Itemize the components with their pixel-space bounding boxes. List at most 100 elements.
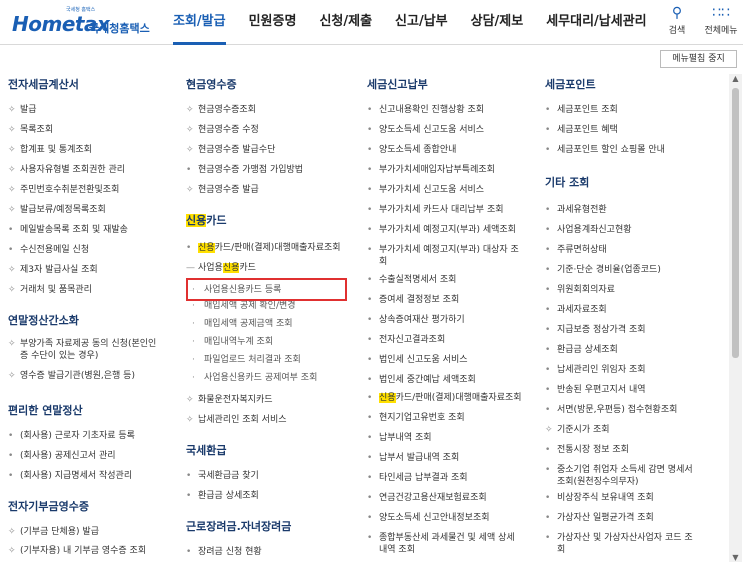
nav-counsel[interactable]: 상담/제보 [471,0,524,45]
list-item-expanded[interactable]: — 사업용신용카드 [186,262,256,274]
list-item[interactable]: • 기준·단순 경비율(업종코드) [545,264,661,276]
list-item[interactable]: ✧ 현금영수증 발급수단 [186,144,275,156]
list-item[interactable]: • 증여세 결정정보 조회 [367,294,459,306]
list-item[interactable]: • 타인세금 납부결과 조회 [367,472,468,484]
list-item[interactable]: ✧ 발급 [8,104,37,116]
list-item[interactable]: ✧ 현금영수증조회 [186,104,256,116]
list-item[interactable]: • 장려금 신청 현황 [186,546,262,558]
list-item[interactable]: • 납세관리인 위임자 조회 [545,364,646,376]
list-item[interactable]: • 세금포인트 조회 [545,104,618,116]
list-item[interactable]: • 부가가치세 예정고지(부과) 세액조회 [367,224,516,236]
top-navigation-bar: 국세청 홈택스 Hometax 국세청홈택스 조회/발급 민원증명 신청/제출 … [0,0,743,45]
list-item[interactable]: • 메일발송목록 조회 및 재발송 [8,224,128,236]
list-item[interactable]: ✧ (기부자용) 내 기부금 영수증 조회 [8,545,146,557]
nav-apply-submit[interactable]: 신청/제출 [319,0,372,45]
list-item[interactable]: • 종합부동산세 과세물건 및 세액 상세 [367,532,515,544]
list-item[interactable]: • 상속증여재산 평가하기 [367,314,465,326]
list-item[interactable]: • (회사용) 근로자 기초자료 등록 [8,430,135,442]
list-item[interactable]: • 신용카드/판매(결제)대행매출자료조회 [186,242,341,254]
list-item[interactable]: ✧ 기준시가 조회 [545,424,610,436]
list-item[interactable]: • 지급보증 정상가격 조회 [545,324,646,336]
list-item[interactable]: ✧ (기부금 단체용) 발급 [8,526,99,538]
list-item[interactable]: • 중소기업 취업자 소득세 감면 명세서 [545,464,693,476]
list-item[interactable]: ✧ 영수증 발급기관(병원,은행 등) [8,370,135,382]
list-item[interactable]: ✧ 제3자 발급사실 조회 [8,264,98,276]
sub-item[interactable]: · 매입세액 공제금액 조회 [192,318,293,330]
hometax-logo[interactable]: 국세청 홈택스 Hometax 국세청홈택스 [12,6,152,40]
list-item[interactable]: ✧ 현금영수증 발급 [186,184,259,196]
menu-expand-stop-button[interactable]: 메뉴펼침 중지 [660,50,737,68]
list-item[interactable]: • 현금영수증 가맹점 가입방법 [186,164,303,176]
list-item-continued[interactable]: 증 수단이 있는 경우) [20,350,98,362]
list-item[interactable]: • 연금건강고용산재보험료조회 [367,492,487,504]
list-item[interactable]: • 사업용계좌신고현황 [545,224,632,236]
list-item[interactable]: ✧ 주민번호수취분전환및조회 [8,184,119,196]
sub-item[interactable]: · 매입내역누계 조회 [192,336,273,348]
list-item[interactable]: • 가상자산 일평균가격 조회 [545,512,654,524]
vertical-scrollbar[interactable]: ▲ ▼ [729,74,742,562]
list-item[interactable]: • 반송된 우편고지서 내역 [545,384,646,396]
nav-inquiry-issue[interactable]: 조회/발급 [173,0,226,45]
scroll-down-arrow-icon[interactable]: ▼ [729,553,742,562]
list-item[interactable]: ✧ 목록조회 [8,124,53,136]
list-item[interactable]: ✧ 합계표 및 통계조회 [8,144,92,156]
list-item-continued[interactable]: 회 [557,544,565,556]
list-item[interactable]: • (회사용) 공제신고서 관리 [8,450,116,462]
list-item[interactable]: • 세금포인트 혜택 [545,124,618,136]
list-item[interactable]: • 법인세 중간예납 세액조회 [367,374,476,386]
list-item[interactable]: • 납부서 발급내역 조회 [367,452,459,464]
list-item[interactable]: • 전자신고결과조회 [367,334,445,346]
list-item[interactable]: • 과세유형전환 [545,204,607,216]
grid-icon: ∷∷ [712,5,730,21]
list-item[interactable]: • 양도소득세 종합안내 [367,144,456,156]
list-item[interactable]: • 서면(방문,우편등) 접수현황조회 [545,404,677,416]
list-item[interactable]: • 비상장주식 보유내역 조회 [545,492,654,504]
list-item[interactable]: • 주류면허상태 [545,244,607,256]
list-item[interactable]: • 수출실적명세서 조회 [367,274,456,286]
list-item-continued[interactable]: 조회(원천징수의무자) [557,476,639,488]
section-title: 현금영수증 [186,78,237,91]
search-button[interactable]: ⚲ 검색 [662,6,692,36]
nav-certificates[interactable]: 민원증명 [249,0,297,45]
list-item[interactable]: ✧ 화물운전자복지카드 [186,394,273,406]
list-item[interactable]: • 신용카드/판매(결제)대행매출자료조회 [367,392,522,404]
list-item[interactable]: • 환급금 상세조회 [186,490,259,502]
list-item[interactable]: • 위원회회의자료 [545,284,615,296]
list-item[interactable]: ✧ 부양가족 자료제공 동의 신청(본인인 [8,338,156,350]
sub-item[interactable]: · 파일업로드 처리결과 조회 [192,354,301,366]
list-item[interactable]: • 현지기업고유번호 조회 [367,412,465,424]
list-item[interactable]: • (회사용) 지급명세서 작성관리 [8,470,132,482]
list-item[interactable]: • 양도소득세 신고도움 서비스 [367,124,484,136]
list-item[interactable]: • 가상자산 및 가상자산사업자 코드 조 [545,532,693,544]
list-item[interactable]: • 부가가치세 예정고지(부과) 대상자 조 [367,244,519,256]
list-item[interactable]: • 양도소득세 신고안내정보조회 [367,512,490,524]
list-item[interactable]: • 법인세 신고도움 서비스 [367,354,468,366]
sub-item[interactable]: · 사업용신용카드 공제여부 조회 [192,372,317,384]
list-item[interactable]: • 수신전용메일 신청 [8,244,89,256]
list-item-continued[interactable]: 회 [379,256,387,268]
list-item[interactable]: ✧ 거래처 및 품목관리 [8,284,92,296]
list-item[interactable]: ✧ 현금영수증 수정 [186,124,259,136]
list-item-continued[interactable]: 내역 조회 [379,544,415,556]
list-item[interactable]: • 세금포인트 할인 쇼핑몰 안내 [545,144,665,156]
list-item[interactable]: • 부가가치세 카드사 대리납부 조회 [367,204,504,216]
list-item[interactable]: • 환급금 상세조회 [545,344,618,356]
list-item[interactable]: ✧ 납세관리인 조회 서비스 [186,414,287,426]
list-item[interactable]: • 부가가치세매입자납부특례조회 [367,164,495,176]
list-item[interactable]: ✧ 발급보류/예정목록조회 [8,204,106,216]
list-item[interactable]: ✧ 사용자유형별 조회권한 관리 [8,164,125,176]
all-menu-button[interactable]: ∷∷ 전체메뉴 [702,6,740,36]
highlight-box-register-card [186,278,347,301]
list-item[interactable]: • 부가가치세 신고도움 서비스 [367,184,484,196]
sub-item[interactable]: · 매입세액 공제 확인/변경 [192,300,296,312]
list-item[interactable]: • 국세환급금 찾기 [186,470,259,482]
list-item[interactable]: • 신고내용확인 진행상황 조회 [367,104,484,116]
nav-tax-agent[interactable]: 세무대리/납세관리 [546,0,646,45]
section-title: 세금포인트 [545,78,596,91]
list-item[interactable]: • 전통시장 정보 조회 [545,444,629,456]
list-item[interactable]: • 납부내역 조회 [367,432,432,444]
scroll-up-arrow-icon[interactable]: ▲ [729,74,742,83]
scrollbar-thumb[interactable] [732,88,739,358]
nav-report-pay[interactable]: 신고/납부 [395,0,448,45]
list-item[interactable]: • 과세자료조회 [545,304,607,316]
